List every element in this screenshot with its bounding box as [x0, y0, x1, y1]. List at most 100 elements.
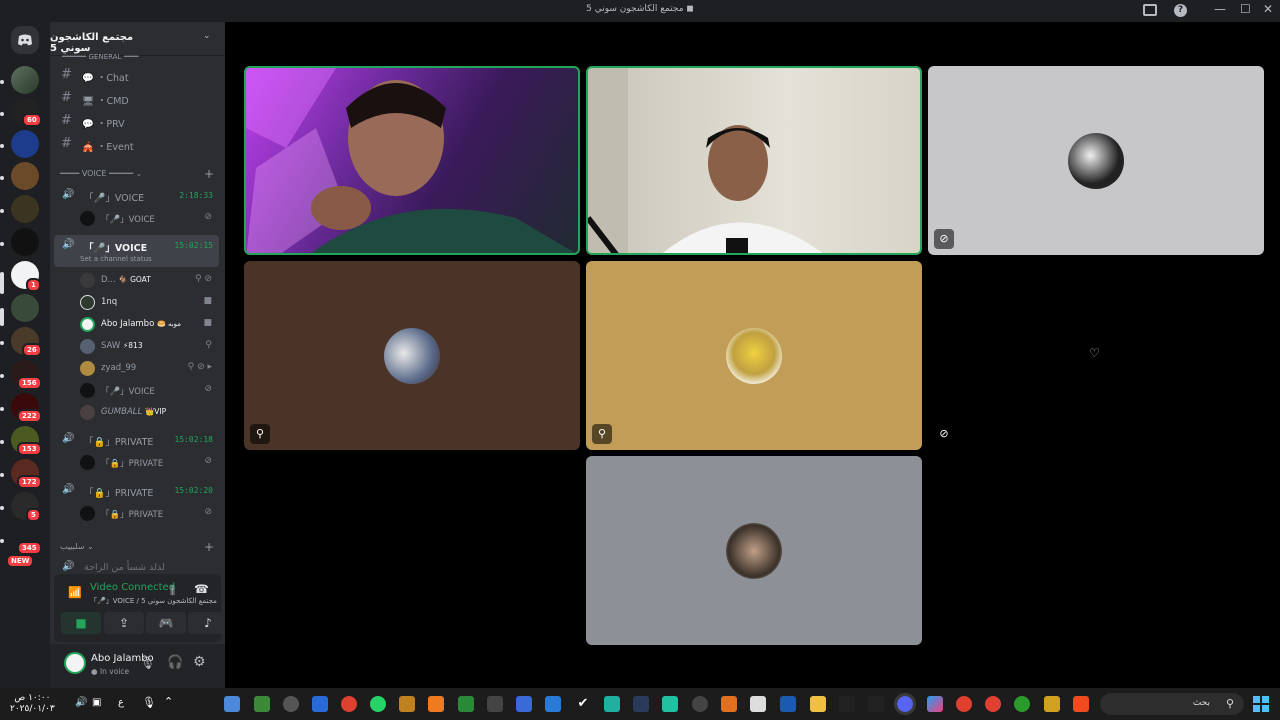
headphones-icon[interactable]: 🎧 [167, 655, 183, 670]
server-icon[interactable] [11, 130, 39, 158]
add-channel-icon[interactable]: + [204, 540, 214, 554]
voice-channel-private[interactable]: 🔊 「🔒」PRIVATE 15:02:18 [54, 429, 219, 449]
app-icon[interactable] [516, 696, 532, 712]
app-icon[interactable] [487, 696, 503, 712]
video-tile[interactable] [586, 66, 922, 255]
app-icon[interactable] [839, 696, 855, 712]
app-icon[interactable] [662, 696, 678, 712]
vscode-icon[interactable] [545, 696, 561, 712]
chrome-icon[interactable] [956, 696, 972, 712]
volume-icon[interactable]: 🔊 [75, 697, 87, 708]
help-icon[interactable]: ? [1174, 4, 1187, 17]
app-icon[interactable] [254, 696, 270, 712]
voice-member[interactable]: 「🎤」VOICE ⊘ [78, 380, 218, 400]
noise-suppression-icon[interactable]: ⫼ [170, 584, 175, 598]
xbox-icon[interactable] [1014, 696, 1030, 712]
app-icon[interactable] [428, 696, 444, 712]
search-box[interactable]: بحث ⚲ [1100, 693, 1244, 715]
close-button[interactable]: ✕ [1263, 2, 1273, 16]
voice-member[interactable]: Abo Jalambo 🥯 موبه ■ [78, 314, 218, 334]
category-other[interactable]: سلبييب ⌄ + [60, 540, 218, 556]
voice-channel[interactable]: 🔊 「🎤」VOICE 2:18:33 [54, 185, 219, 205]
add-channel-icon[interactable]: + [204, 167, 214, 181]
voice-member[interactable]: GUMBALL 👑VIP [78, 402, 218, 422]
category-voice[interactable]: ━━━━ VOICE ━━━━━ ⌄ + [60, 167, 218, 183]
discord-home-icon[interactable] [11, 26, 39, 54]
server-rail: 60 1 26 156 222 153 172 5 345 NEW [0, 22, 50, 688]
voice-status: Video Connected [90, 582, 176, 593]
server-icon[interactable] [11, 162, 39, 190]
check-icon[interactable]: ✔ [575, 696, 591, 712]
inbox-icon[interactable] [1143, 4, 1157, 16]
camera-button[interactable]: ■ [61, 612, 101, 634]
outlook-icon[interactable] [780, 696, 796, 712]
avatar[interactable] [64, 652, 86, 674]
voice-member[interactable]: 1nq ■ [78, 292, 218, 312]
steam-icon[interactable] [633, 696, 649, 712]
discord-icon[interactable] [894, 693, 916, 715]
chevron-up-icon[interactable]: ⌃ [164, 695, 173, 708]
server-icon[interactable] [11, 195, 39, 223]
signal-icon: 📶 [68, 586, 82, 599]
copilot-icon[interactable] [927, 696, 943, 712]
file-explorer-icon[interactable] [810, 696, 826, 712]
start-button[interactable] [1253, 696, 1269, 712]
maximize-button[interactable]: ☐ [1240, 2, 1251, 16]
avatar [80, 455, 95, 470]
voice-channel-private[interactable]: 🔊 「🔒」PRIVATE 15:02:20 [54, 480, 219, 500]
channel-status[interactable]: Set a channel status [80, 255, 152, 263]
voice-channel-active[interactable]: 🔊 「🎤」VOICE 15:02:15 Set a channel status [54, 235, 219, 267]
minimize-button[interactable]: — [1214, 2, 1226, 16]
server-icon[interactable] [11, 294, 39, 322]
language-indicator[interactable]: ع [118, 697, 124, 708]
voice-member[interactable]: 「🔒」PRIVATE ⊘ [78, 503, 218, 523]
hash-icon: # [61, 90, 72, 105]
server-icon[interactable] [11, 228, 39, 256]
video-tile[interactable]: ♡ ⊘ [928, 261, 1264, 450]
app-icon[interactable] [1044, 696, 1060, 712]
gear-icon[interactable]: ⚙ [193, 654, 206, 670]
brave-icon[interactable] [1073, 696, 1089, 712]
soundboard-button[interactable]: ♪ [188, 612, 228, 634]
server-header[interactable]: مجتمع الكاشجون سوني 5 ⌄ [50, 22, 225, 56]
channel-chat[interactable]: # 💬 ・Chat [56, 65, 219, 85]
video-tile[interactable]: ⚲ [586, 261, 922, 450]
app-icon[interactable] [721, 696, 737, 712]
channel-prv[interactable]: # 💬 ・PRV [56, 111, 219, 131]
app-icon[interactable] [750, 696, 766, 712]
app-icon[interactable] [604, 696, 620, 712]
voice-member[interactable]: SAW ⚡813 ⚲ [78, 336, 218, 356]
video-tile[interactable]: ⚲ [244, 261, 580, 450]
app-icon[interactable] [283, 696, 299, 712]
voice-member[interactable]: zyad_99 ⚲ ⊘ ▸ [78, 358, 218, 378]
chrome-icon[interactable] [985, 696, 1001, 712]
channel-event[interactable]: # 🎪 ・Event [56, 134, 219, 154]
whatsapp-icon[interactable] [370, 696, 386, 712]
chrome-icon[interactable] [341, 696, 357, 712]
app-icon[interactable] [458, 696, 474, 712]
microphone-icon[interactable]: 🎙 [140, 656, 155, 670]
app-icon[interactable] [312, 696, 328, 712]
voice-channel-link[interactable]: 「🎤」VOICE / مجتمع الكاشجون سوني 5 [90, 596, 217, 606]
activity-button[interactable]: 🎮 [146, 612, 186, 634]
app-icon[interactable] [692, 696, 708, 712]
disconnect-icon[interactable]: ☎ [194, 582, 209, 596]
video-tile[interactable]: ⊘ [928, 66, 1264, 255]
voice-member[interactable]: D... 🐐 GOAT ⚲ ⊘ [78, 270, 218, 290]
channel-cmd[interactable]: # 🖥 ・CMD [56, 88, 219, 108]
category-general[interactable]: ━━━━━ GENERAL ━━━ [62, 52, 220, 66]
server-name: مجتمع الكاشجون سوني 5 [50, 32, 134, 54]
clock[interactable]: ١٠:٠٠ ص ٢٠٢٥/٠١/٠٣ [10, 693, 55, 715]
app-icon[interactable] [399, 696, 415, 712]
video-tile[interactable] [244, 66, 580, 255]
epic-games-icon[interactable] [868, 696, 884, 712]
screen-share-button[interactable]: ⇪ [104, 612, 144, 634]
video-tile[interactable] [586, 456, 922, 645]
unread-dot [0, 209, 4, 213]
voice-member[interactable]: 「🎤」VOICE ⊘ [78, 208, 218, 228]
network-icon[interactable]: ▣ [92, 697, 101, 708]
microphone-icon[interactable]: 🎙 [142, 696, 156, 709]
voice-member[interactable]: 「🔒」PRIVATE ⊘ [78, 452, 218, 472]
server-icon[interactable] [11, 66, 39, 94]
app-icon[interactable] [224, 696, 240, 712]
